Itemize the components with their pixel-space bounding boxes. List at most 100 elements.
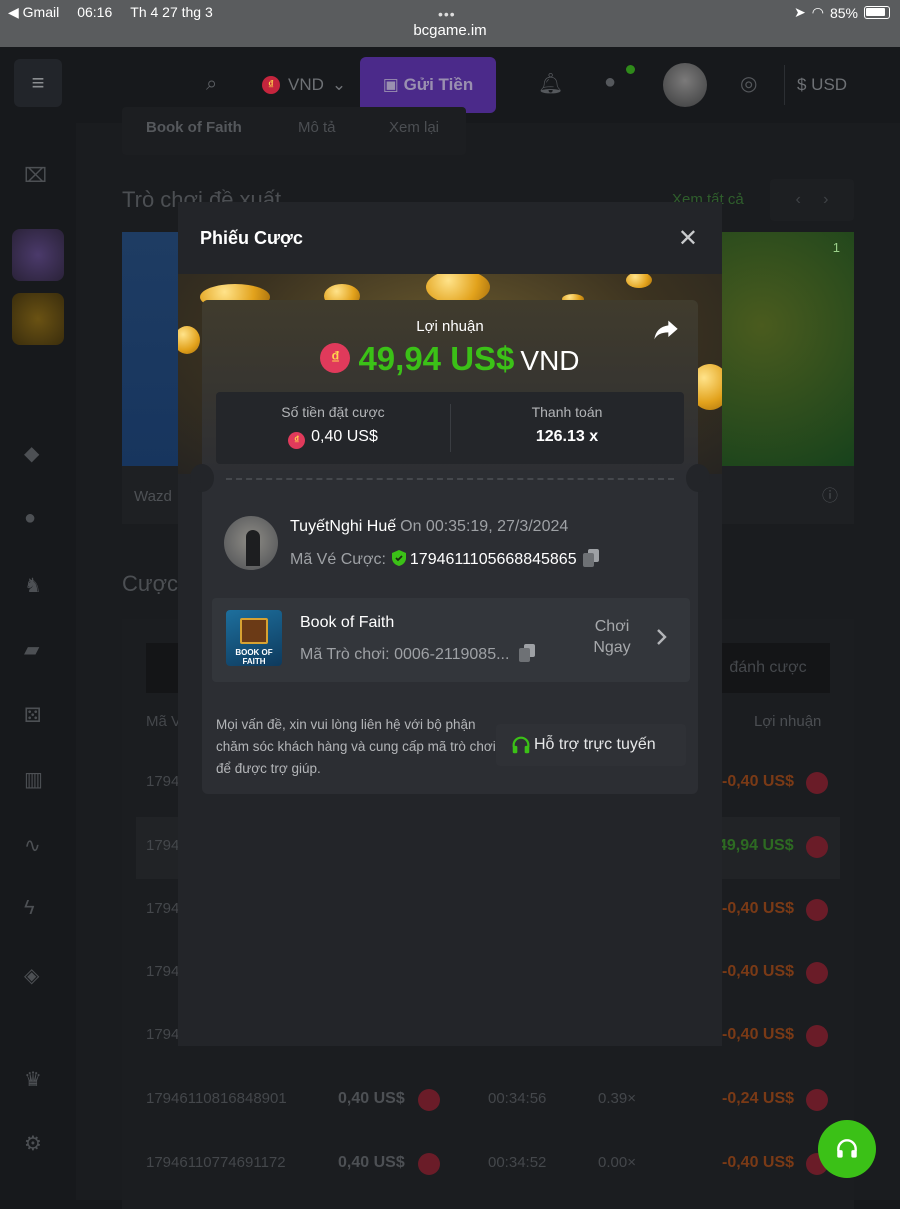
ios-status-bar: ◀ Gmail 06:16 Th 4 27 thg 3 ••• bcgame.i… [0,0,900,47]
gold-coin-decoration [626,274,652,288]
more-dots-icon[interactable]: ••• [438,6,456,22]
play-now-line2: Ngay [593,639,631,656]
profit-currency: VND [520,345,580,376]
help-text: Mọi vấn đề, xin vui lòng liên hệ với bộ … [216,717,496,776]
bet-tab[interactable]: đánh cược [706,643,830,693]
currency-label: VND [288,75,324,94]
headset-icon [512,736,530,754]
game-card-thumb[interactable]: 1 [722,232,854,466]
table-row-time: 00:34:56 [488,1090,547,1107]
back-to-app-link[interactable]: ◀ Gmail [8,4,59,21]
dong-coin-icon [806,836,828,858]
bettor-info: TuyếtNghi Huế On 00:35:19, 27/3/2024 Mã V… [224,516,678,572]
tab-description[interactable]: Mô tả [298,119,336,136]
bets-tab[interactable] [146,643,180,693]
tab-game[interactable]: Book of Faith [146,119,242,136]
casino-icon[interactable]: ◆ [24,441,39,466]
table-row-profit: -0,40 US$ [722,963,795,980]
gift-icon[interactable]: ⌧ [24,163,47,188]
profit-value: 49,94 US$ [358,340,515,377]
usd-toggle[interactable]: $ USD [784,65,847,105]
location-icon: ➤ [794,4,806,20]
gold-coin-decoration [178,326,200,354]
online-support-button[interactable]: Hỗ trợ trực tuyến [496,724,686,766]
notification-dot [626,65,635,74]
game-thumbnail: BOOK OF FAITH [226,610,282,666]
gold-icon[interactable] [12,293,64,345]
table-row-amount: 0,40 US$ [338,1154,405,1171]
battery-percent: 85% [829,4,858,21]
horse-icon[interactable]: ♞ [24,573,42,598]
chart-icon[interactable]: ▥ [24,767,43,792]
bell-icon[interactable]: 🔔︎ [538,71,563,96]
game-row[interactable]: BOOK OF FAITH Book of Faith Mã Trò chơi:… [212,598,690,682]
deposit-label: Gửi Tiền [403,75,474,94]
bet-timestamp: On 00:35:19, 27/3/2024 [400,518,569,535]
modal-title: Phiếu Cược [200,228,303,248]
close-icon[interactable]: ✕ [678,224,698,253]
settings-icon[interactable]: ⚙ [24,1131,42,1156]
ticket-perforation [226,478,674,480]
user-name[interactable]: TuyếtNghi Huế [290,518,396,535]
game-name: Book of Faith [300,614,395,631]
search-icon[interactable]: ⌕ [206,73,217,96]
basketball-icon[interactable]: ● [24,507,36,530]
play-now-button[interactable]: Chơi Ngay [572,616,652,658]
ticket-icon[interactable]: ▰ [24,637,39,662]
player-count: 1 [832,240,840,255]
deposit-button[interactable]: ▣ Gửi Tiền [360,57,496,113]
pulse-icon[interactable]: ∿ [24,833,41,858]
online-support-label: Hỗ trợ trực tuyến [534,736,656,753]
bet-stats: Số tiền đặt cược ₫ 0,40 US$ Thanh toán 12… [216,392,684,464]
game-code: Mã Trò chơi: 0006-2119085... [300,646,510,663]
ticket-id-label: Mã Vé Cược: [290,551,386,568]
carousel-arrows[interactable]: ‹ › [770,179,854,221]
copy-icon[interactable] [582,549,599,567]
table-row-profit: -0,24 US$ [722,1090,795,1107]
support-chat-button[interactable] [818,1120,876,1178]
game-card-thumb[interactable] [122,232,180,466]
dong-coin-icon: ₫ [320,343,351,373]
share-icon[interactable] [652,316,680,344]
tab-review[interactable]: Xem lại [389,119,439,136]
tag-icon[interactable]: ◈ [24,963,39,988]
dong-coin-icon: ₫ [262,76,280,94]
table-row-id: 1794 [146,837,180,854]
chevron-right-icon [657,629,667,645]
dong-coin-icon [806,1089,828,1111]
avatar[interactable] [663,63,707,107]
crown-icon[interactable]: ♛ [24,1067,42,1092]
dice-icon[interactable]: ⚄ [24,703,41,728]
table-row-amount: 0,40 US$ [338,1090,405,1107]
game-card-label: Wazd [122,466,180,524]
target-icon[interactable] [12,229,64,281]
bet-amount-value: 0,40 US$ [311,428,378,445]
headset-icon [837,1139,857,1158]
payout-label: Thanh toán [531,404,603,420]
ticket-notch [686,464,710,492]
chat-icon[interactable]: ● [604,71,616,94]
table-row-id: 17946110816848901 [146,1090,287,1107]
bet-slip-modal: Phiếu Cược ✕ Lợi nhuận ₫ 49,94 US$ VND Số … [178,202,722,1046]
dong-coin-icon [806,962,828,984]
col-header-id: Mã V [146,713,182,730]
profit-label: Lợi nhuận [416,318,484,335]
clock: 06:16 [77,4,113,20]
table-row-profit: -0,40 US$ [722,900,795,917]
lightning-icon[interactable]: ϟ [24,897,35,920]
avatar[interactable] [224,516,278,570]
payout-value: 126.13 x [535,428,599,445]
game-thumb-title: BOOK OF FAITH [235,648,273,666]
menu-icon[interactable]: ≡ [14,59,62,107]
table-row-time: 00:34:52 [488,1154,547,1171]
table-row-profit: -0,40 US$ [722,773,795,790]
chevron-down-icon: ⌄ [331,75,347,94]
info-icon[interactable]: ⓘ [822,482,838,506]
globe-icon[interactable]: ◎ [740,71,757,96]
table-row-id: 17946110774691172 [146,1154,286,1171]
url-label[interactable]: bcgame.im [0,22,900,39]
col-header-profit: Lợi nhuận [754,713,822,730]
currency-selector[interactable]: ₫ VND ⌄ [262,75,346,95]
table-row-profit: -0,40 US$ [722,1026,795,1043]
copy-icon[interactable] [519,644,536,662]
